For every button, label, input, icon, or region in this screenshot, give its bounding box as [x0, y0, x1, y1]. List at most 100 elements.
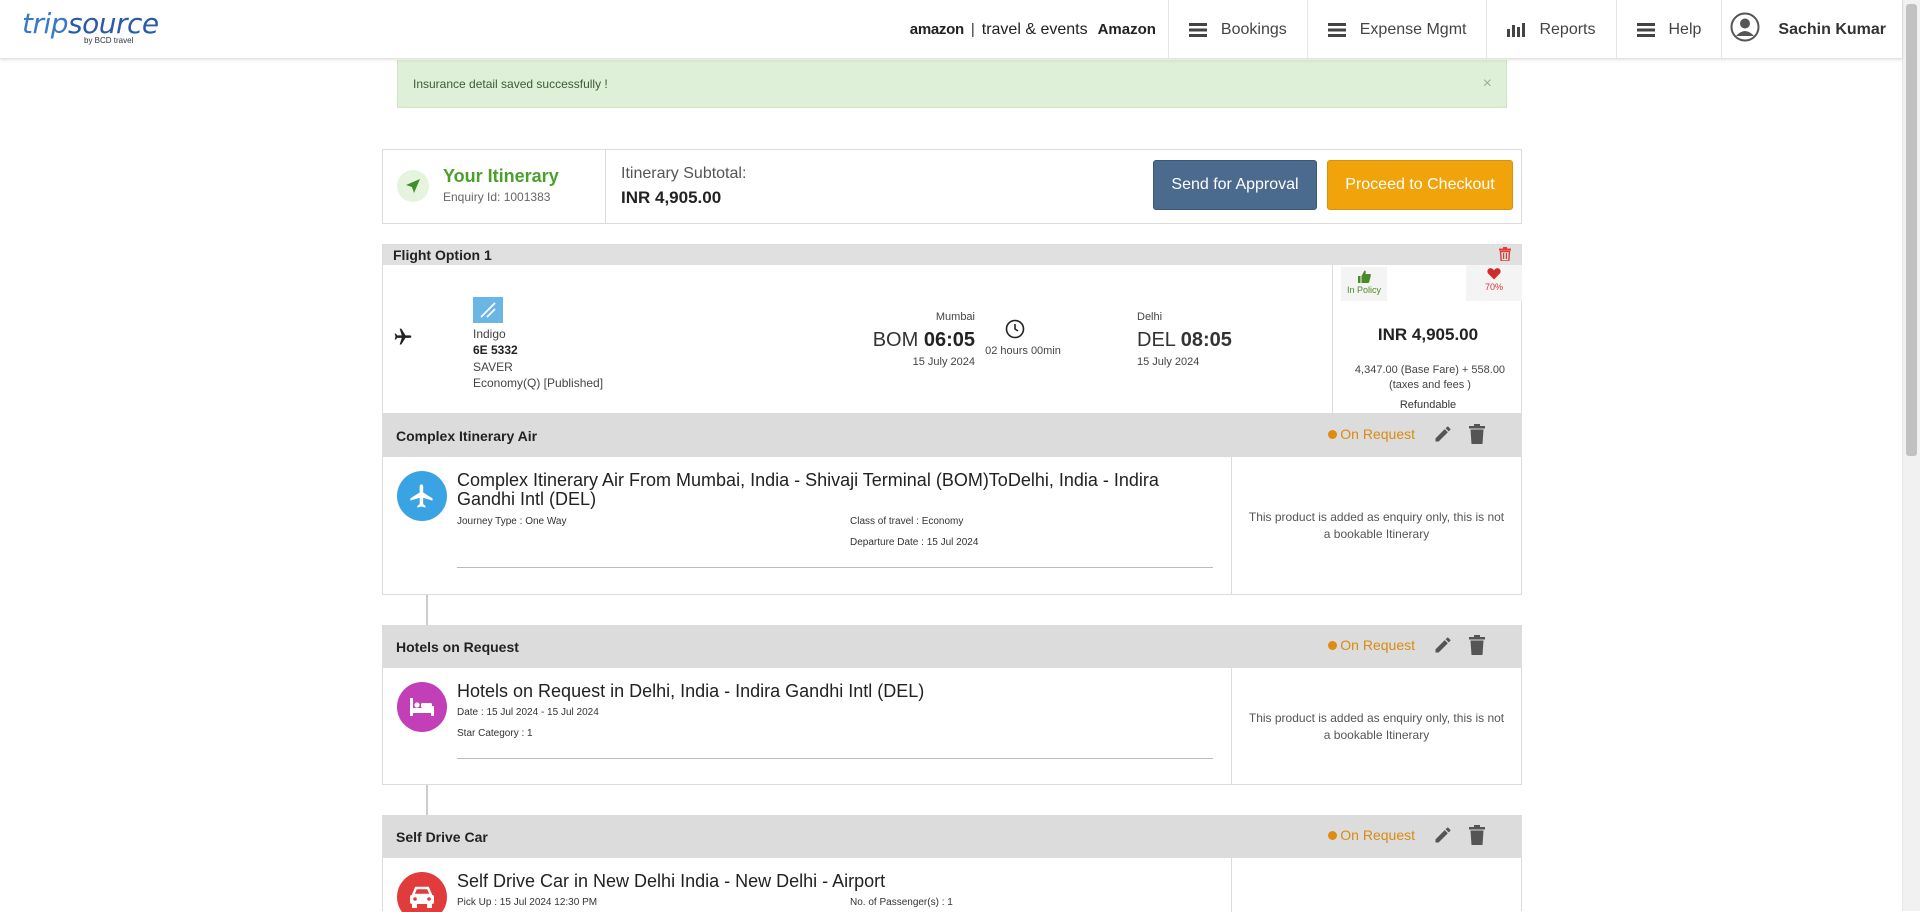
flight-option-card: Flight Option 1 Indigo 6E 5332 SAVER Eco…	[382, 244, 1522, 414]
arrival-time: DEL 08:05	[1137, 329, 1232, 352]
enquiry-note	[1231, 858, 1521, 912]
subtotal-label: Itinerary Subtotal:	[621, 165, 747, 182]
itinerary-title: Your Itinerary	[443, 166, 559, 186]
user-menu[interactable]: Sachin Kumar	[1722, 0, 1902, 59]
divider	[457, 567, 1213, 568]
divider	[457, 758, 1213, 759]
hotels-on-request-section: Hotels on Request On Request Hotels on R…	[382, 625, 1522, 785]
delete-icon[interactable]	[1469, 635, 1485, 655]
account-name: Amazon	[1097, 21, 1156, 38]
departure-time: BOM 06:05	[763, 329, 975, 352]
fare-type: SAVER	[473, 360, 513, 374]
navigation-arrow-icon	[397, 170, 429, 202]
status-dot	[1328, 640, 1338, 650]
star-category: Star Category : 1	[457, 728, 533, 739]
main-nav: amazon | travel & events Amazon Bookings…	[910, 0, 1902, 59]
delete-icon[interactable]	[1469, 825, 1485, 845]
flight-option-title: Flight Option 1	[393, 247, 492, 263]
enquiry-note: This product is added as enquiry only, t…	[1231, 457, 1521, 595]
edit-icon[interactable]	[1433, 825, 1453, 845]
arrival-date: 15 July 2024	[1137, 356, 1200, 368]
journey-type: Journey Type : One Way	[457, 516, 567, 527]
edit-icon[interactable]	[1433, 424, 1453, 444]
car-icon	[397, 872, 447, 912]
amazon-travel-brand[interactable]: amazon | travel & events Amazon	[910, 0, 1169, 59]
section-header: Hotels on Request On Request	[383, 626, 1521, 668]
nav-expense-mgmt[interactable]: Expense Mgmt	[1308, 0, 1488, 59]
departure-date: Departure Date : 15 Jul 2024	[850, 537, 979, 548]
product-title: Complex Itinerary Air From Mumbai, India…	[457, 470, 1159, 509]
status-label: On Request	[1340, 426, 1415, 442]
timeline-connector	[426, 785, 428, 815]
timeline-connector	[426, 595, 428, 625]
menu-icon	[1327, 22, 1346, 37]
in-policy-badge: In Policy	[1341, 267, 1387, 301]
flight-price: INR 4,905.00	[1377, 325, 1479, 344]
section-body: Self Drive Car in New Delhi India - New …	[383, 858, 1521, 912]
status-badge: On Request	[1328, 827, 1415, 843]
travel-events-label: travel & events	[981, 20, 1088, 38]
nav-help[interactable]: Help	[1617, 0, 1723, 59]
enquiry-id: Enquiry Id: 1001383	[443, 190, 551, 204]
section-body: Complex Itinerary Air From Mumbai, India…	[383, 457, 1521, 595]
bar-chart-icon	[1507, 22, 1526, 37]
passenger-count: No. of Passenger(s) : 1	[850, 897, 953, 908]
nav-bookings-label: Bookings	[1220, 20, 1287, 38]
user-avatar-icon	[1730, 12, 1760, 47]
stay-dates: Date : 15 Jul 2024 - 15 Jul 2024	[457, 707, 599, 718]
arrival-clock-time: 08:05	[1180, 329, 1232, 351]
itinerary-summary: Your Itinerary Enquiry Id: 1001383 Itine…	[382, 149, 1522, 224]
success-alert: Insurance detail saved successfully ! ×	[397, 60, 1507, 108]
alert-close-button[interactable]: ×	[1483, 75, 1492, 93]
scrollbar-thumb[interactable]	[1906, 4, 1917, 456]
enquiry-note: This product is added as enquiry only, t…	[1231, 668, 1521, 785]
airplane-icon	[397, 471, 447, 521]
nav-help-label: Help	[1668, 20, 1702, 38]
menu-icon	[1188, 22, 1207, 37]
page-scrollbar[interactable]	[1902, 0, 1920, 911]
complex-itinerary-air-section: Complex Itinerary Air On Request Complex…	[382, 414, 1522, 595]
preference-score: 70%	[1484, 282, 1503, 292]
delete-icon[interactable]	[1469, 424, 1485, 444]
flight-duration: 02 hours 00min	[985, 345, 1061, 357]
product-title: Self Drive Car in New Delhi India - New …	[457, 871, 886, 891]
status-label: On Request	[1340, 827, 1415, 843]
subtotal-value: INR 4,905.00	[621, 188, 722, 207]
nav-bookings[interactable]: Bookings	[1169, 0, 1308, 59]
airplane-icon	[393, 327, 413, 352]
status-dot	[1328, 429, 1338, 439]
thumbs-up-icon	[1358, 270, 1371, 283]
logo-subtitle: by BCD travel	[84, 36, 134, 45]
status-badge: On Request	[1328, 426, 1415, 442]
product-title: Hotels on Request in Delhi, India - Indi…	[457, 681, 925, 701]
flight-option-header: Flight Option 1	[383, 245, 1521, 265]
arrival-city: Delhi	[1137, 311, 1163, 323]
nav-expense-label: Expense Mgmt	[1359, 20, 1467, 38]
self-drive-car-section: Self Drive Car On Request Self Drive Car…	[382, 815, 1522, 912]
amazon-logo: amazon	[909, 21, 964, 38]
send-for-approval-button[interactable]: Send for Approval	[1153, 160, 1317, 210]
section-header: Self Drive Car On Request	[383, 816, 1521, 858]
top-navigation-bar: tripsource by BCD travel amazon | travel…	[0, 0, 1902, 59]
section-title: Self Drive Car	[396, 829, 488, 845]
fare-breakdown: 4,347.00 (Base Fare) + 558.00 (taxes and…	[1354, 364, 1506, 391]
nav-reports[interactable]: Reports	[1487, 0, 1617, 59]
indigo-airline-logo	[473, 297, 503, 323]
section-header: Complex Itinerary Air On Request	[383, 415, 1521, 457]
pick-up-time: Pick Up : 15 Jul 2024 12:30 PM	[457, 897, 598, 908]
status-label: On Request	[1340, 637, 1415, 653]
departure-date: 15 July 2024	[912, 356, 975, 368]
flight-price-panel: In Policy 70% INR 4,905.00 4,347.00 (Bas…	[1332, 265, 1522, 413]
in-policy-label: In Policy	[1346, 285, 1381, 295]
menu-icon	[1636, 22, 1655, 37]
class-of-travel: Class of travel : Economy	[850, 516, 964, 527]
airline-name: Indigo	[473, 327, 506, 341]
edit-icon[interactable]	[1433, 635, 1453, 655]
cabin-class: Economy(Q) [Published]	[473, 376, 604, 390]
brand-separator: |	[970, 21, 975, 38]
arrival-code: DEL	[1137, 329, 1176, 351]
departure-code: BOM	[872, 329, 919, 351]
delete-flight-icon[interactable]	[1499, 247, 1511, 264]
proceed-to-checkout-button[interactable]: Proceed to Checkout	[1327, 160, 1513, 210]
tripsource-logo[interactable]: tripsource by BCD travel	[22, 9, 159, 46]
